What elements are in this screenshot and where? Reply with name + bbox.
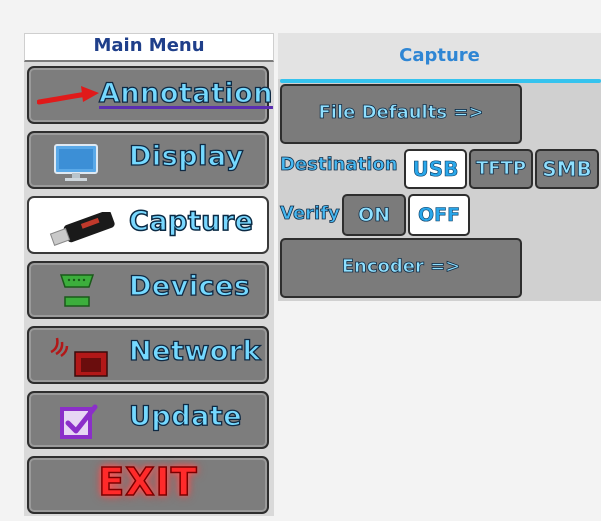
menu-item-label: Devices bbox=[128, 270, 251, 302]
exit-label: EXIT bbox=[98, 459, 198, 505]
destination-smb-button[interactable]: SMB bbox=[535, 149, 599, 189]
checkbox-icon bbox=[60, 404, 98, 439]
destination-usb-button[interactable]: USB bbox=[404, 149, 467, 189]
panel-title: Capture bbox=[278, 33, 601, 79]
verify-label: Verify bbox=[280, 203, 341, 225]
menu-item-label: Capture bbox=[128, 205, 254, 238]
menu-item-label: Update bbox=[128, 400, 243, 432]
network-port-icon bbox=[50, 337, 108, 377]
destination-tftp-button[interactable]: TFTP bbox=[469, 149, 533, 189]
verify-off-button[interactable]: OFF bbox=[408, 194, 470, 236]
serial-port-icon bbox=[59, 274, 95, 307]
capture-panel: Capture File Defaults => Destination USB… bbox=[278, 33, 601, 301]
menu-item-capture[interactable]: Capture bbox=[27, 196, 269, 254]
panel-title-underline bbox=[280, 79, 601, 83]
menu-item-devices[interactable]: Devices bbox=[27, 261, 269, 319]
usb-stick-icon bbox=[49, 212, 115, 246]
menu-item-label: Display bbox=[128, 140, 244, 172]
menu-item-label: Network bbox=[128, 335, 262, 367]
red-arrow-icon bbox=[37, 86, 99, 105]
file-defaults-button[interactable]: File Defaults => bbox=[280, 84, 522, 144]
menu-item-update[interactable]: Update bbox=[27, 391, 269, 449]
menu-item-network[interactable]: Network bbox=[27, 326, 269, 384]
menu-item-annotation[interactable]: Annotation bbox=[27, 66, 273, 124]
destination-label: Destination bbox=[280, 154, 398, 176]
main-menu: Main Menu Annotation Display Capture Dev… bbox=[24, 33, 274, 516]
main-menu-title: Main Menu bbox=[24, 33, 274, 62]
menu-item-display[interactable]: Display bbox=[27, 131, 269, 189]
verify-on-button[interactable]: ON bbox=[342, 194, 406, 236]
exit-button[interactable]: EXIT bbox=[27, 456, 269, 514]
menu-item-label: Annotation bbox=[98, 77, 273, 109]
encoder-button[interactable]: Encoder => bbox=[280, 238, 522, 298]
monitor-icon bbox=[54, 144, 98, 181]
